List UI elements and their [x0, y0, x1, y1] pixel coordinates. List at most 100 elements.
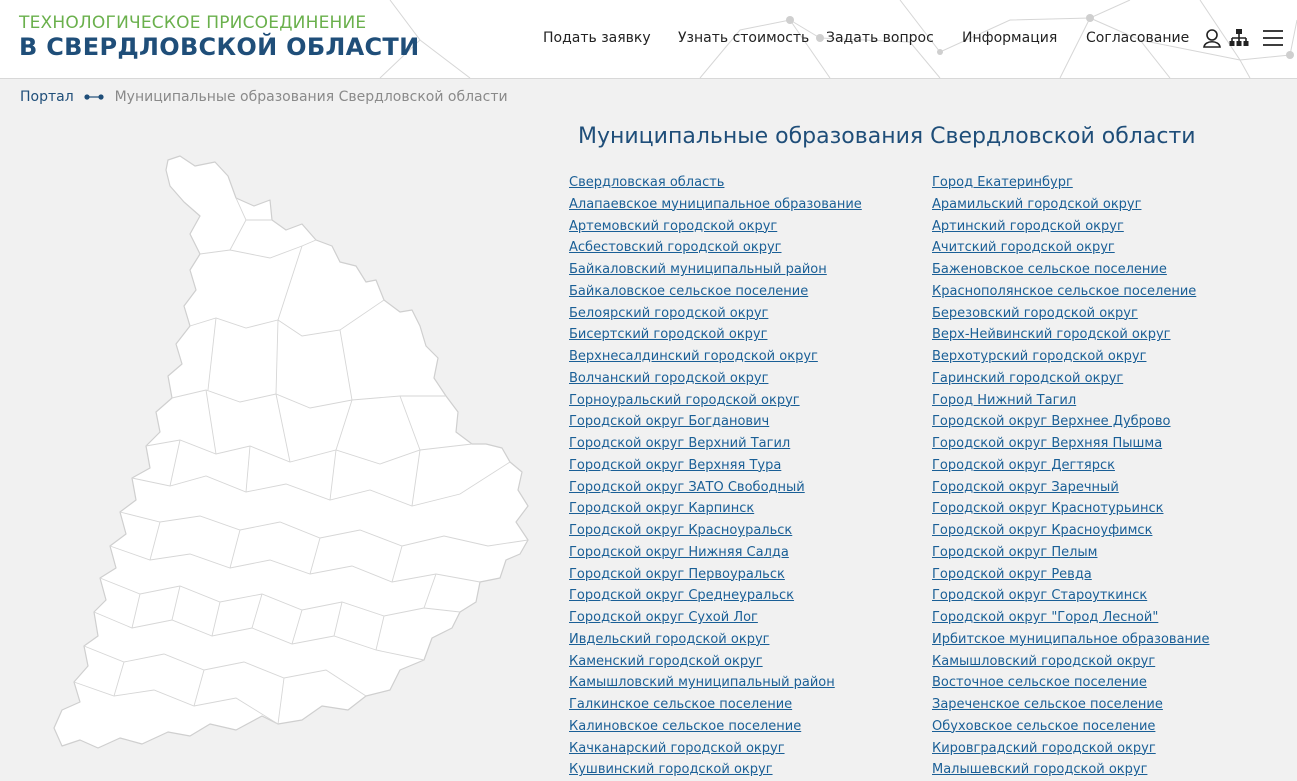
list-item: Байкаловское сельское поселение: [569, 279, 862, 301]
logo-top-text: ТЕХНОЛОГИЧЕСКОЕ ПРИСОЕДИНЕНИЕ: [19, 13, 367, 33]
list-item: Камышловский муниципальный район: [569, 670, 862, 692]
nav-information[interactable]: Информация: [962, 30, 1057, 46]
menu-icon[interactable]: [1261, 28, 1285, 52]
nav-submit-application[interactable]: Подать заявку: [543, 30, 651, 46]
site-logo[interactable]: ТЕХНОЛОГИЧЕСКОЕ ПРИСОЕДИНЕНИЕ В СВЕРДЛОВ…: [19, 14, 420, 62]
municipality-link[interactable]: Городской округ Карпинск: [569, 501, 754, 516]
municipality-link[interactable]: Белоярский городской округ: [569, 306, 768, 321]
municipality-link[interactable]: Верхотурский городской округ: [932, 349, 1146, 364]
list-item: Калиновское сельское поселение: [569, 714, 862, 736]
list-item: Кировградский городской округ: [932, 736, 1210, 758]
list-item: Городской округ Ревда: [932, 562, 1210, 584]
municipality-link[interactable]: Городской округ Дегтярск: [932, 458, 1115, 473]
municipality-link[interactable]: Городской округ Пелым: [932, 545, 1097, 560]
nav-get-cost[interactable]: Узнать стоимость: [678, 30, 809, 46]
municipality-link[interactable]: Арамильский городской округ: [932, 197, 1141, 212]
list-item: Качканарский городской округ: [569, 736, 862, 758]
list-item: Городской округ Богданович: [569, 409, 862, 431]
municipality-link[interactable]: Восточное сельское поселение: [932, 675, 1147, 690]
municipality-link[interactable]: Городской округ Первоуральск: [569, 567, 785, 582]
municipality-link[interactable]: Кушвинский городской округ: [569, 762, 773, 777]
municipality-link[interactable]: Городской округ Богданович: [569, 414, 769, 429]
municipality-link[interactable]: Городской округ ЗАТО Свободный: [569, 480, 805, 495]
municipality-link[interactable]: Городской округ Верхний Тагил: [569, 436, 790, 451]
region-map[interactable]: [40, 150, 540, 770]
list-item: Городской округ Верхнее Дуброво: [932, 409, 1210, 431]
list-item: Обуховское сельское поселение: [932, 714, 1210, 736]
municipality-link[interactable]: Зареченское сельское поселение: [932, 697, 1163, 712]
municipality-link[interactable]: Волчанский городской округ: [569, 371, 768, 386]
municipality-link[interactable]: Городской округ Красноуфимск: [932, 523, 1152, 538]
list-item: Волчанский городской округ: [569, 366, 862, 388]
municipality-link[interactable]: Асбестовский городской округ: [569, 240, 782, 255]
municipality-link[interactable]: Городской округ Ревда: [932, 567, 1092, 582]
municipality-link[interactable]: Горноуральский городской округ: [569, 393, 800, 408]
municipality-link[interactable]: Город Нижний Тагил: [932, 393, 1076, 408]
municipality-link[interactable]: Свердловская область: [569, 175, 724, 190]
list-item: Артемовский городской округ: [569, 214, 862, 236]
municipality-link[interactable]: Городской округ Староуткинск: [932, 588, 1147, 603]
nav-ask-question[interactable]: Задать вопрос: [826, 30, 934, 46]
municipality-link[interactable]: Байкаловский муниципальный район: [569, 262, 827, 277]
list-item: Городской округ ЗАТО Свободный: [569, 475, 862, 497]
municipality-link[interactable]: Галкинское сельское поселение: [569, 697, 792, 712]
list-item: Город Нижний Тагил: [932, 388, 1210, 410]
list-item: Зареченское сельское поселение: [932, 692, 1210, 714]
municipality-link[interactable]: Камышловский городской округ: [932, 654, 1155, 669]
list-item: Гаринский городской округ: [932, 366, 1210, 388]
list-item: Городской округ Верхний Тагил: [569, 431, 862, 453]
municipality-link[interactable]: Городской округ "Город Лесной": [932, 610, 1158, 625]
list-item: Свердловская область: [569, 170, 862, 192]
municipality-link[interactable]: Обуховское сельское поселение: [932, 719, 1155, 734]
municipality-link[interactable]: Ачитский городской округ: [932, 240, 1115, 255]
breadcrumb-home-link[interactable]: Портал: [20, 89, 74, 105]
municipality-link[interactable]: Алапаевское муниципальное образование: [569, 197, 862, 212]
municipality-link[interactable]: Городской округ Красноуральск: [569, 523, 792, 538]
municipality-link[interactable]: Верхнесалдинский городской округ: [569, 349, 818, 364]
list-item: Березовский городской округ: [932, 301, 1210, 323]
municipality-link[interactable]: Бисертский городской округ: [569, 327, 767, 342]
municipality-link[interactable]: Кировградский городской округ: [932, 741, 1156, 756]
municipality-link[interactable]: Город Екатеринбург: [932, 175, 1073, 190]
municipality-link[interactable]: Городской округ Среднеуральск: [569, 588, 794, 603]
municipality-link[interactable]: Городской округ Нижняя Салда: [569, 545, 789, 560]
municipality-link[interactable]: Ирбитское муниципальное образование: [932, 632, 1210, 647]
municipality-link[interactable]: Березовский городской округ: [932, 306, 1138, 321]
page-title: Муниципальные образования Свердловской о…: [578, 124, 1196, 149]
municipality-link[interactable]: Каменский городской округ: [569, 654, 763, 669]
municipality-link[interactable]: Городской округ Верхняя Тура: [569, 458, 781, 473]
list-item: Ачитский городской округ: [932, 235, 1210, 257]
municipality-link[interactable]: Городской округ Краснотурьинск: [932, 501, 1164, 516]
municipality-link[interactable]: Артемовский городской округ: [569, 219, 777, 234]
list-item: Краснополянское сельское поселение: [932, 279, 1210, 301]
user-icon[interactable]: [1202, 28, 1222, 52]
municipality-link[interactable]: Городской округ Заречный: [932, 480, 1119, 495]
municipality-link[interactable]: Ивдельский городской округ: [569, 632, 769, 647]
municipality-link[interactable]: Артинский городской округ: [932, 219, 1124, 234]
municipality-link[interactable]: Камышловский муниципальный район: [569, 675, 835, 690]
municipality-link[interactable]: Калиновское сельское поселение: [569, 719, 801, 734]
list-item: Городской округ Староуткинск: [932, 583, 1210, 605]
list-item: Городской округ Карпинск: [569, 496, 862, 518]
list-item: Городской округ Сухой Лог: [569, 605, 862, 627]
list-item: Восточное сельское поселение: [932, 670, 1210, 692]
municipality-link[interactable]: Гаринский городской округ: [932, 371, 1123, 386]
sitemap-icon[interactable]: [1229, 28, 1249, 52]
municipality-link[interactable]: Краснополянское сельское поселение: [932, 284, 1196, 299]
municipality-link[interactable]: Городской округ Верхняя Пышма: [932, 436, 1162, 451]
list-item: Городской округ Среднеуральск: [569, 583, 862, 605]
region-outline: [53, 155, 529, 749]
municipality-link[interactable]: Баженовское сельское поселение: [932, 262, 1167, 277]
list-item: Алапаевское муниципальное образование: [569, 192, 862, 214]
municipality-link[interactable]: Городской округ Верхнее Дуброво: [932, 414, 1171, 429]
municipality-link[interactable]: Байкаловское сельское поселение: [569, 284, 808, 299]
list-item: Асбестовский городской округ: [569, 235, 862, 257]
list-item: Городской округ Дегтярск: [932, 453, 1210, 475]
municipality-link[interactable]: Верх-Нейвинский городской округ: [932, 327, 1171, 342]
municipality-link[interactable]: Качканарский городской округ: [569, 741, 785, 756]
list-item: Городской округ Пелым: [932, 540, 1210, 562]
nav-approval[interactable]: Согласование: [1086, 30, 1189, 46]
list-item: Каменский городской округ: [569, 649, 862, 671]
municipality-link[interactable]: Малышевский городской округ: [932, 762, 1147, 777]
municipality-link[interactable]: Городской округ Сухой Лог: [569, 610, 758, 625]
